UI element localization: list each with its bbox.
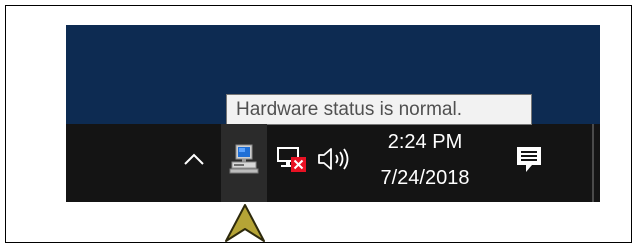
clock-time: 2:24 PM	[387, 131, 463, 153]
hardware-status-icon[interactable]	[228, 143, 260, 175]
chevron-up-icon[interactable]	[181, 146, 207, 172]
action-center-icon[interactable]	[515, 145, 543, 175]
show-desktop-divider[interactable]	[592, 124, 594, 202]
network-disconnected-icon[interactable]	[275, 145, 307, 175]
system-clock[interactable]: 2:24 PM 7/24/2018	[362, 128, 488, 198]
clock-date: 7/24/2018	[380, 167, 470, 189]
hardware-status-tooltip: Hardware status is normal.	[226, 94, 532, 125]
volume-icon[interactable]	[317, 146, 355, 172]
callout-arrow-icon	[225, 204, 265, 242]
